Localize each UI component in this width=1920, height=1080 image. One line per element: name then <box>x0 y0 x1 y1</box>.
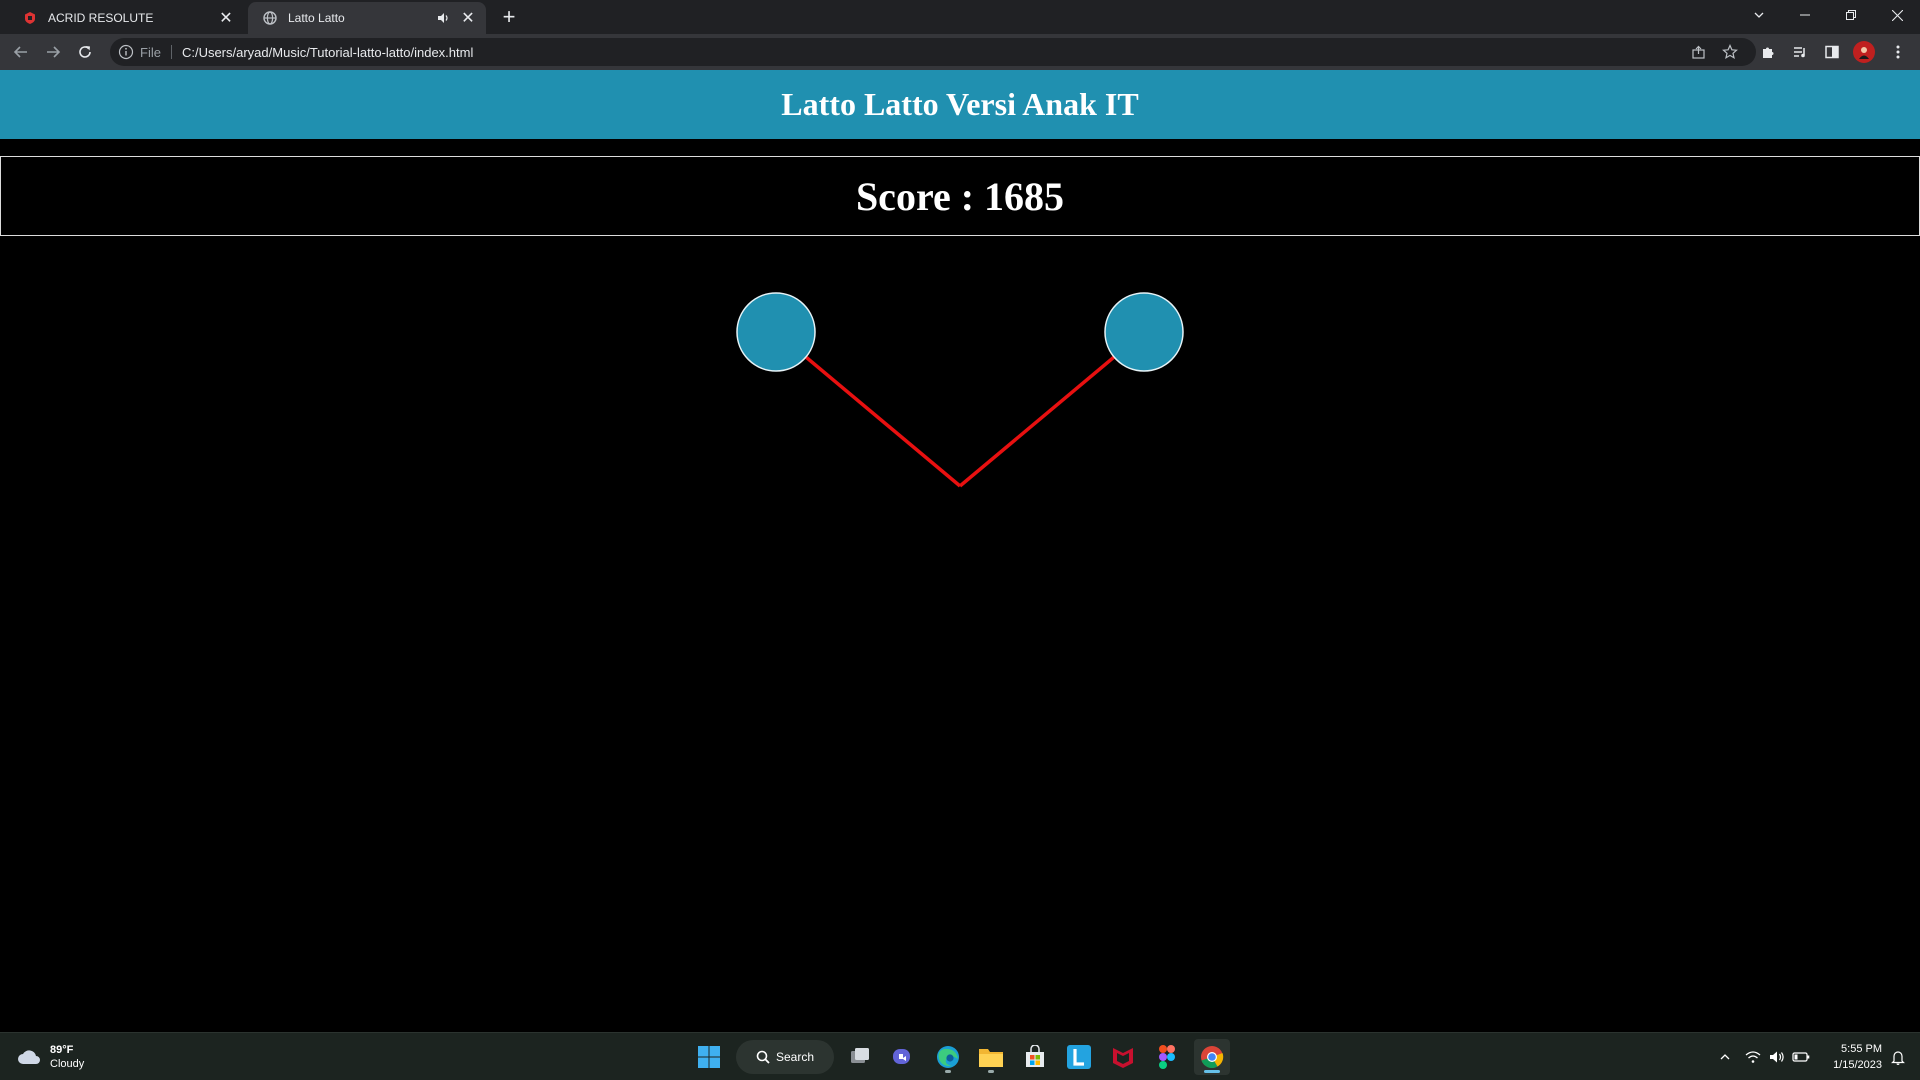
score-box: Score : 1685 <box>0 156 1920 236</box>
task-view-icon[interactable] <box>842 1039 878 1075</box>
tab-strip: ACRID RESOLUTE ✕ Latto Latto ✕ + <box>0 0 1920 34</box>
close-icon[interactable]: ✕ <box>458 8 478 28</box>
running-indicator <box>988 1070 994 1073</box>
close-icon[interactable]: ✕ <box>216 8 236 28</box>
audio-playing-icon[interactable] <box>434 9 452 27</box>
chrome-icon[interactable] <box>1194 1039 1230 1075</box>
profile-avatar[interactable] <box>1850 38 1878 66</box>
media-control-icon[interactable] <box>1786 38 1814 66</box>
browser-toolbar: File C:/Users/aryad/Music/Tutorial-latto… <box>0 34 1920 70</box>
kebab-menu-icon[interactable] <box>1884 38 1912 66</box>
site-info-icon[interactable] <box>118 44 134 60</box>
file-explorer-icon[interactable] <box>973 1039 1009 1075</box>
bookmark-star-icon[interactable] <box>1716 38 1744 66</box>
side-panel-icon[interactable] <box>1818 38 1846 66</box>
clock-date: 1/15/2023 <box>1833 1059 1882 1071</box>
acrid-favicon-icon <box>22 10 38 26</box>
microsoft-store-icon[interactable] <box>1017 1039 1053 1075</box>
page-title: Latto Latto Versi Anak IT <box>781 86 1139 122</box>
divider <box>170 45 172 59</box>
search-icon <box>756 1050 770 1064</box>
notification-icon[interactable] <box>1886 1045 1910 1069</box>
tab-title: Latto Latto <box>288 11 345 25</box>
windows-start-icon[interactable] <box>691 1039 727 1075</box>
page-header: Latto Latto Versi Anak IT <box>0 70 1920 139</box>
left-ball[interactable] <box>736 292 816 372</box>
l-app-icon[interactable] <box>1061 1039 1097 1075</box>
teams-chat-icon[interactable] <box>885 1039 921 1075</box>
restore-icon[interactable] <box>1828 0 1874 30</box>
running-indicator <box>945 1070 951 1073</box>
extensions-puzzle-icon[interactable] <box>1754 38 1782 66</box>
tab-acrid-resolute[interactable]: ACRID RESOLUTE ✕ <box>8 2 244 34</box>
weather-widget[interactable]: 89°F Cloudy <box>16 1042 84 1072</box>
active-indicator <box>1204 1070 1220 1073</box>
wifi-icon[interactable] <box>1741 1045 1765 1069</box>
weather-desc: Cloudy <box>50 1058 85 1070</box>
minimize-icon[interactable] <box>1782 0 1828 30</box>
edge-icon[interactable] <box>930 1039 966 1075</box>
show-hidden-icons-chevron-icon[interactable] <box>1713 1045 1737 1069</box>
search-label: Search <box>776 1050 815 1064</box>
back-arrow-icon[interactable] <box>7 38 35 66</box>
forward-arrow-icon[interactable] <box>39 38 67 66</box>
close-window-icon[interactable] <box>1874 0 1920 30</box>
cloud-icon <box>18 1050 40 1064</box>
taskbar-clock[interactable]: 5:55 PM 1/15/2023 <box>1818 1041 1882 1073</box>
tab-latto-latto[interactable]: Latto Latto ✕ <box>248 2 486 34</box>
score-text: Score : 1685 <box>855 173 1065 219</box>
tab-search-icon[interactable] <box>1736 0 1782 30</box>
reload-icon[interactable] <box>71 38 99 66</box>
scheme-label: File <box>140 44 161 60</box>
page-viewport: Latto Latto Versi Anak IT Score : 1685 <box>0 70 1920 1032</box>
taskbar-search-box[interactable]: Search <box>736 1040 834 1074</box>
battery-icon[interactable] <box>1789 1045 1813 1069</box>
share-icon[interactable] <box>1684 38 1712 66</box>
clock-time: 5:55 PM <box>1841 1043 1882 1055</box>
figma-icon[interactable] <box>1149 1039 1185 1075</box>
weather-temp: 89°F <box>50 1044 74 1056</box>
tab-title: ACRID RESOLUTE <box>48 11 154 25</box>
address-bar[interactable]: File C:/Users/aryad/Music/Tutorial-latto… <box>110 38 1756 66</box>
right-ball[interactable] <box>1104 292 1184 372</box>
volume-icon[interactable] <box>1765 1045 1789 1069</box>
new-tab-button[interactable]: + <box>496 6 522 30</box>
url-text[interactable]: C:/Users/aryad/Music/Tutorial-latto-latt… <box>182 45 473 60</box>
windows-taskbar: 89°F Cloudy Search 5:55 PM 1/15/2023 <box>0 1032 1920 1080</box>
mcafee-icon[interactable] <box>1105 1039 1141 1075</box>
globe-icon <box>262 10 278 26</box>
